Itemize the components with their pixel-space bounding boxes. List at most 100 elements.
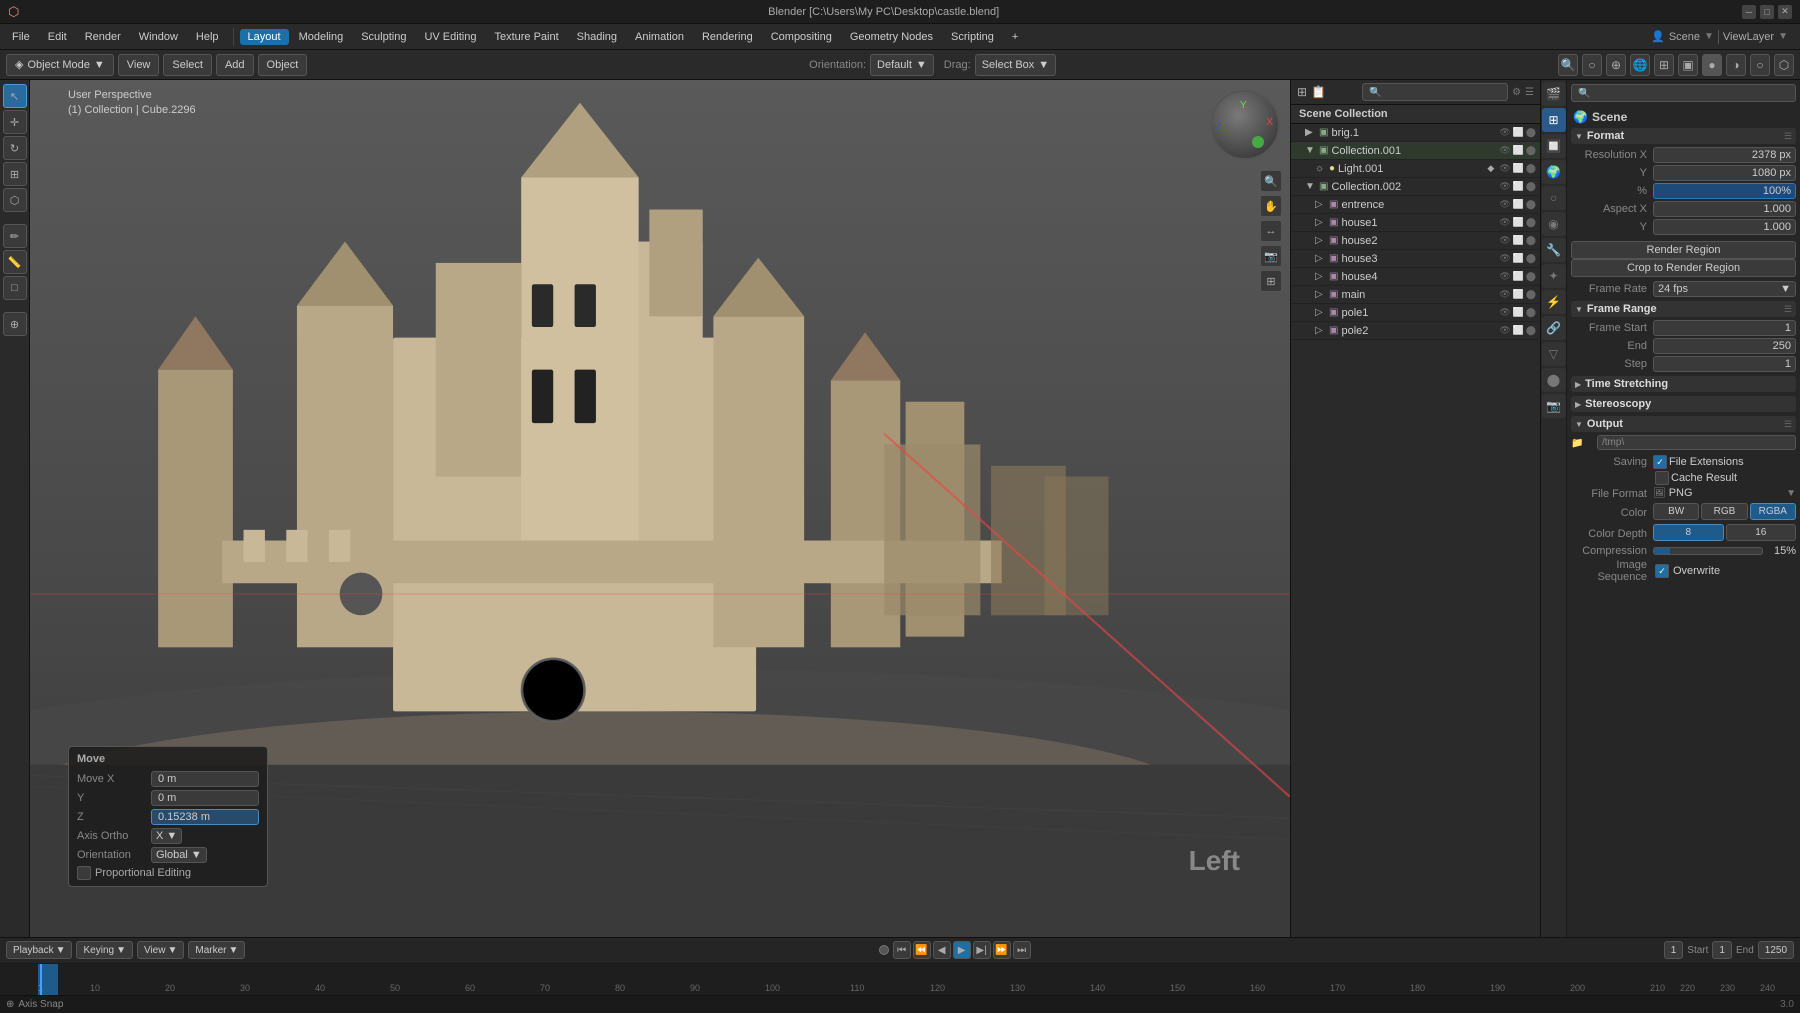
house1-camera[interactable]: ⬜: [1513, 217, 1524, 228]
prev-keyframe-button[interactable]: ⏪: [913, 941, 931, 959]
shading-rendered[interactable]: ○: [1750, 54, 1770, 76]
menu-window[interactable]: Window: [131, 29, 186, 45]
outliner-item-collection001[interactable]: ▼ ▣ Collection.001 👁 ⬜ ⬤: [1291, 142, 1540, 160]
proportional-checkbox[interactable]: [77, 866, 91, 880]
viewport-layers[interactable]: ⊞: [1260, 270, 1282, 292]
entrence-camera[interactable]: ⬜: [1513, 199, 1524, 210]
house4-camera[interactable]: ⬜: [1513, 271, 1524, 282]
particles-tab[interactable]: ✦: [1542, 264, 1566, 288]
world-tab[interactable]: ○: [1542, 186, 1566, 210]
origin-tool[interactable]: ⊕: [3, 312, 27, 336]
pole1-eye[interactable]: 👁: [1499, 307, 1510, 318]
frame-range-opts[interactable]: ☰: [1784, 304, 1792, 315]
axis-ortho-select[interactable]: X ▼: [151, 828, 182, 844]
data-tab[interactable]: ▽: [1542, 342, 1566, 366]
frame-step-value[interactable]: 1: [1653, 356, 1796, 372]
render-region-btn[interactable]: Render Region: [1571, 241, 1796, 259]
crop-render-region-btn[interactable]: Crop to Render Region: [1571, 259, 1796, 277]
pan-button[interactable]: ↔: [1260, 220, 1282, 242]
output-opts[interactable]: ☰: [1784, 419, 1792, 430]
view-menu[interactable]: View: [118, 54, 160, 76]
move-x-value[interactable]: 0 m: [151, 771, 259, 787]
menu-file[interactable]: File: [4, 29, 38, 45]
pole2-camera[interactable]: ⬜: [1513, 325, 1524, 336]
camera-button[interactable]: 📷: [1260, 245, 1282, 267]
workspace-uv-editing[interactable]: UV Editing: [416, 29, 484, 45]
keying-menu[interactable]: Keying ▼: [76, 941, 132, 959]
navigation-gizmo[interactable]: X Y Z: [1210, 90, 1280, 160]
pole2-eye[interactable]: 👁: [1499, 325, 1510, 336]
viewport-3d[interactable]: User Perspective (1) Collection | Cube.2…: [30, 80, 1290, 937]
house4-render[interactable]: ⬤: [1526, 271, 1536, 282]
output-tab[interactable]: ⊞: [1542, 108, 1566, 132]
workspace-animation[interactable]: Animation: [627, 29, 692, 45]
xray-button[interactable]: ▣: [1678, 54, 1698, 76]
workspace-rendering[interactable]: Rendering: [694, 29, 761, 45]
scale-tool[interactable]: ⊞: [3, 162, 27, 186]
current-frame-display[interactable]: 1: [1664, 941, 1684, 959]
col001-render[interactable]: ⬤: [1526, 145, 1536, 156]
cursor-tool[interactable]: ↖: [3, 84, 27, 108]
workspace-shading[interactable]: Shading: [569, 29, 625, 45]
main-eye[interactable]: 👁: [1499, 289, 1510, 300]
add-workspace-button[interactable]: +: [1004, 29, 1026, 45]
maximize-button[interactable]: □: [1760, 5, 1774, 19]
brig1-eye[interactable]: 👁: [1499, 127, 1510, 138]
entrence-eye[interactable]: 👁: [1499, 199, 1510, 210]
house2-eye[interactable]: 👁: [1499, 235, 1510, 246]
outliner-item-light001[interactable]: ☼ ● Light.001 ◆ 👁 ⬜ ⬤: [1291, 160, 1540, 178]
move-z-value[interactable]: 0.15238 m: [151, 809, 259, 825]
house3-render[interactable]: ⬤: [1526, 253, 1536, 264]
orientation-selector[interactable]: Default ▼: [870, 54, 934, 76]
house3-eye[interactable]: 👁: [1499, 253, 1510, 264]
outliner-search-input[interactable]: [1362, 83, 1508, 101]
brig1-render[interactable]: ⬤: [1526, 127, 1536, 138]
modifier-tab[interactable]: 🔧: [1542, 238, 1566, 262]
scene-tab[interactable]: 🌍: [1542, 160, 1566, 184]
color-bw-btn[interactable]: BW: [1653, 503, 1699, 520]
house1-eye[interactable]: 👁: [1499, 217, 1510, 228]
file-format-selector[interactable]: 🖼 PNG ▼: [1653, 487, 1796, 499]
end-frame-input[interactable]: 1250: [1758, 941, 1794, 959]
col002-eye[interactable]: 👁: [1499, 181, 1510, 192]
house4-eye[interactable]: 👁: [1499, 271, 1510, 282]
outliner-filter-icon[interactable]: ⚙: [1512, 87, 1521, 98]
time-stretching-header[interactable]: ▶ Time Stretching: [1571, 376, 1796, 392]
proportional-edit-button[interactable]: ○: [1582, 54, 1602, 76]
brig1-camera[interactable]: ⬜: [1513, 127, 1524, 138]
outliner-item-brig1[interactable]: ▶ ▣ brig.1 👁 ⬜ ⬤: [1291, 124, 1540, 142]
main-camera[interactable]: ⬜: [1513, 289, 1524, 300]
col001-eye[interactable]: 👁: [1499, 145, 1510, 156]
res-y-value[interactable]: 1080 px: [1653, 165, 1796, 181]
record-button[interactable]: [879, 945, 889, 955]
compression-bar[interactable]: [1653, 547, 1763, 555]
outliner-item-house3[interactable]: ▷ ▣ house3 👁 ⬜ ⬤: [1291, 250, 1540, 268]
view-menu[interactable]: View ▼: [137, 941, 184, 959]
shading-solid[interactable]: ●: [1702, 54, 1722, 76]
object-tab[interactable]: ◉: [1542, 212, 1566, 236]
overlay-button[interactable]: ⊞: [1654, 54, 1674, 76]
menu-render[interactable]: Render: [77, 29, 129, 45]
play-button[interactable]: ▶: [953, 941, 971, 959]
add-menu[interactable]: Add: [216, 54, 254, 76]
props-search-input[interactable]: [1571, 84, 1796, 102]
workspace-texture-paint[interactable]: Texture Paint: [486, 29, 566, 45]
col001-camera[interactable]: ⬜: [1513, 145, 1524, 156]
main-render[interactable]: ⬤: [1526, 289, 1536, 300]
color-depth-8-btn[interactable]: 8: [1653, 524, 1724, 541]
outliner-item-entrence[interactable]: ▷ ▣ entrence 👁 ⬜ ⬤: [1291, 196, 1540, 214]
col002-render[interactable]: ⬤: [1526, 181, 1536, 192]
pole1-camera[interactable]: ⬜: [1513, 307, 1524, 318]
select-menu[interactable]: Select: [163, 54, 212, 76]
menu-edit[interactable]: Edit: [40, 29, 75, 45]
marker-menu[interactable]: Marker ▼: [188, 941, 245, 959]
outliner-item-pole1[interactable]: ▷ ▣ pole1 👁 ⬜ ⬤: [1291, 304, 1540, 322]
local-global-button[interactable]: 🌐: [1630, 54, 1650, 76]
next-keyframe-button[interactable]: ⏩: [993, 941, 1011, 959]
measure-tool[interactable]: 📏: [3, 250, 27, 274]
add-cube-tool[interactable]: □: [3, 276, 27, 300]
pivot-button[interactable]: ⊕: [1606, 54, 1626, 76]
mode-selector[interactable]: ◈ Object Mode ▼: [6, 54, 114, 76]
close-button[interactable]: ✕: [1778, 5, 1792, 19]
drag-selector[interactable]: Select Box ▼: [975, 54, 1056, 76]
